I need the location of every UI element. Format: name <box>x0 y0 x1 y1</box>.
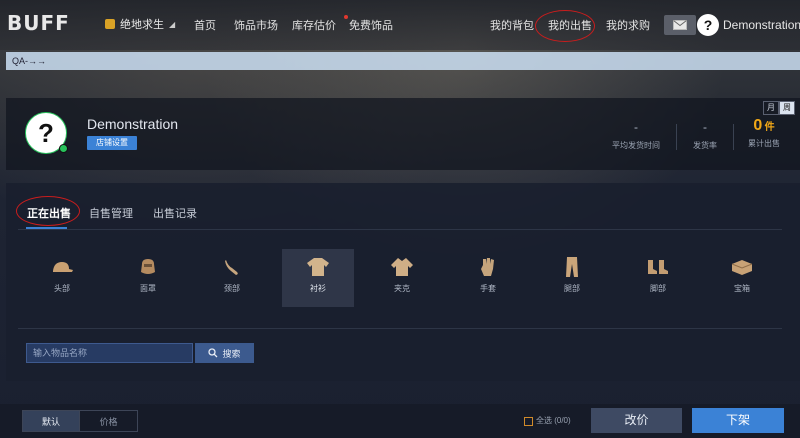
search-button[interactable]: 搜索 <box>195 343 254 363</box>
delist-button[interactable]: 下架 <box>692 408 784 433</box>
sort-price-button[interactable]: 价格 <box>79 410 138 432</box>
mail-button[interactable] <box>664 15 696 35</box>
category-head[interactable]: 头部 <box>26 249 98 307</box>
sort-default-button[interactable]: 默认 <box>22 410 80 432</box>
search-icon <box>208 348 218 358</box>
category-label: 衬衫 <box>310 284 326 293</box>
new-badge-dot <box>344 15 348 19</box>
toggle-month[interactable]: 月 <box>763 101 779 115</box>
neck-icon <box>196 257 268 277</box>
tab-self-sale-management[interactable]: 自售管理 <box>89 205 133 221</box>
annotation-circle-my-sales <box>535 10 595 42</box>
stat-avg-delivery: - 平均发货时间 <box>606 120 666 151</box>
profile-username: Demonstration <box>87 116 179 132</box>
header-username[interactable]: Demonstration <box>723 18 800 32</box>
mask-icon <box>112 257 184 277</box>
chevron-down-icon: ◢ <box>169 19 176 29</box>
stat-total-sold: 0 件 累计出售 <box>742 117 786 149</box>
stat-label: 发货率 <box>693 141 717 150</box>
online-status-dot <box>59 144 68 153</box>
pubg-icon <box>105 19 115 29</box>
category-feet[interactable]: 脚部 <box>622 249 694 307</box>
item-search-input[interactable]: 输入物品名称 <box>26 343 193 363</box>
nav-my-backpack[interactable]: 我的背包 <box>490 17 534 33</box>
category-neck[interactable]: 颈部 <box>196 249 268 307</box>
category-label: 腿部 <box>564 284 580 293</box>
boots-icon <box>622 257 694 277</box>
nav-market[interactable]: 饰品市场 <box>234 17 278 33</box>
category-crate[interactable]: 宝箱 <box>706 249 778 307</box>
category-jacket[interactable]: 夹克 <box>366 249 438 307</box>
divider <box>733 124 734 150</box>
period-toggle: 月 周 <box>763 101 795 115</box>
nav-free-items[interactable]: 免费饰品 <box>349 17 393 33</box>
pants-icon <box>536 257 608 277</box>
stat-label: 累计出售 <box>748 139 780 148</box>
category-label: 夹克 <box>394 284 410 293</box>
qa-notice-bar: QA-→→ <box>6 52 800 70</box>
buff-logo[interactable]: BUFF <box>7 11 70 35</box>
category-label: 手套 <box>480 284 496 293</box>
stat-delivery-rate: - 发货率 <box>686 120 724 151</box>
stat-value: - <box>634 120 638 134</box>
active-tab-indicator <box>26 227 67 229</box>
stat-value-row: 0 件 <box>742 117 786 135</box>
select-all-label[interactable]: 全选 (0/0) <box>536 415 571 426</box>
shop-settings-button[interactable]: 店铺设置 <box>87 136 137 150</box>
category-label: 面罩 <box>140 284 156 293</box>
game-name: 绝地求生 <box>120 19 164 31</box>
stat-label: 平均发货时间 <box>612 141 660 150</box>
jacket-icon <box>366 257 438 277</box>
game-selector[interactable]: 绝地求生 ◢ <box>105 16 175 32</box>
nav-my-purchases[interactable]: 我的求购 <box>606 17 650 33</box>
search-button-label: 搜索 <box>222 348 241 359</box>
stat-unit: 件 <box>764 122 775 133</box>
nav-inventory-value[interactable]: 库存估价 <box>292 17 336 33</box>
change-price-button[interactable]: 改价 <box>591 408 682 433</box>
category-label: 颈部 <box>224 284 240 293</box>
shirt-icon <box>282 257 354 277</box>
category-gloves[interactable]: 手套 <box>452 249 524 307</box>
annotation-circle-on-sale <box>16 196 80 226</box>
nav-home[interactable]: 首页 <box>194 17 216 33</box>
profile-panel <box>6 98 800 170</box>
category-shirt[interactable]: 衬衫 <box>282 249 354 307</box>
category-divider <box>18 328 782 329</box>
tab-sale-history[interactable]: 出售记录 <box>153 205 197 221</box>
crate-icon <box>706 257 778 277</box>
user-avatar[interactable]: ? <box>697 14 719 36</box>
category-label: 宝箱 <box>734 284 750 293</box>
category-mask[interactable]: 面罩 <box>112 249 184 307</box>
stat-value: 0 <box>753 117 763 134</box>
divider <box>676 124 677 150</box>
mail-icon <box>673 20 687 30</box>
category-label: 脚部 <box>650 284 666 293</box>
select-all-checkbox[interactable] <box>524 417 533 426</box>
category-legs[interactable]: 腿部 <box>536 249 608 307</box>
glove-icon <box>452 257 524 277</box>
stat-value: - <box>703 120 707 134</box>
cap-icon <box>26 257 98 277</box>
toggle-week[interactable]: 周 <box>779 101 795 115</box>
category-label: 头部 <box>54 284 70 293</box>
tab-divider <box>18 229 782 230</box>
